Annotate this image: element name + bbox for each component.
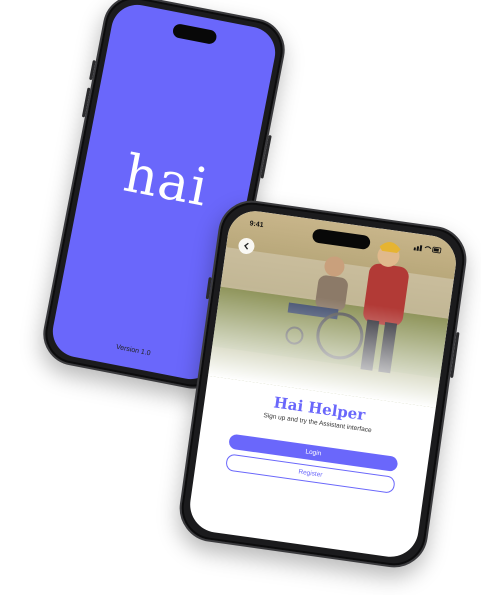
side-button bbox=[89, 60, 96, 81]
side-button bbox=[450, 332, 460, 379]
phone-welcome: 9:41 Hai Helper Sign up and try the Assi… bbox=[175, 196, 471, 572]
welcome-screen: 9:41 Hai Helper Sign up and try the Assi… bbox=[186, 207, 460, 561]
version-label: Version 1.0 bbox=[115, 343, 152, 358]
side-button bbox=[81, 87, 91, 118]
side-button bbox=[260, 134, 272, 179]
dynamic-island bbox=[171, 22, 218, 46]
chevron-left-icon bbox=[244, 242, 249, 250]
